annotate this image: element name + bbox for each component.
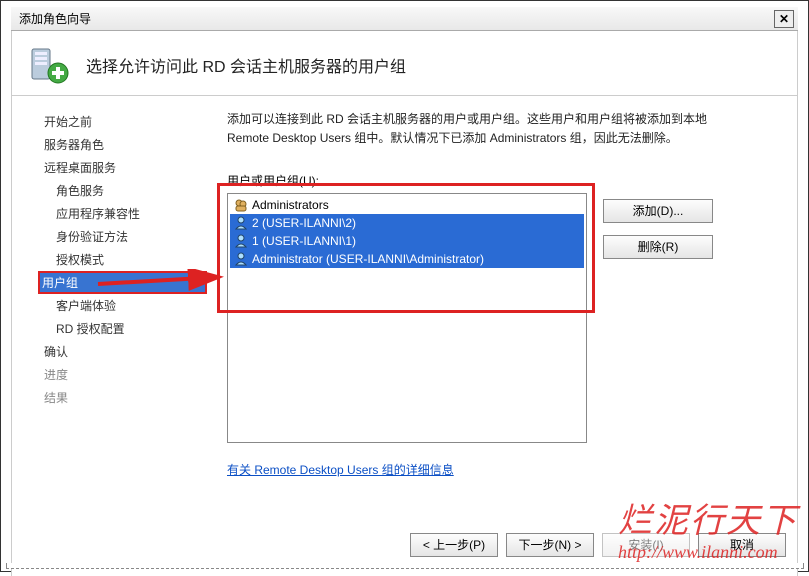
sidebar-item[interactable]: 远程桌面服务 bbox=[40, 156, 207, 179]
add-button[interactable]: 添加(D)... bbox=[603, 199, 713, 223]
wizard-header: 选择允许访问此 RD 会话主机服务器的用户组 bbox=[11, 31, 798, 96]
sidebar-item[interactable]: 客户端体验 bbox=[40, 294, 207, 317]
window-title: 添加角色向导 bbox=[19, 10, 91, 27]
main-panel: 添加可以连接到此 RD 会话主机服务器的用户或用户组。这些用户和用户组将被添加到… bbox=[207, 96, 797, 576]
remove-button[interactable]: 删除(R) bbox=[603, 235, 713, 259]
close-button[interactable]: ✕ bbox=[774, 10, 794, 28]
sidebar-item[interactable]: 结果 bbox=[40, 386, 207, 409]
close-icon: ✕ bbox=[779, 12, 789, 26]
sidebar-item[interactable]: 角色服务 bbox=[40, 179, 207, 202]
user-icon bbox=[234, 234, 248, 248]
sidebar-item[interactable]: 确认 bbox=[40, 340, 207, 363]
sidebar-item[interactable]: 应用程序兼容性 bbox=[40, 202, 207, 225]
cancel-button[interactable]: 取消 bbox=[698, 533, 786, 557]
sidebar-item[interactable]: RD 授权配置 bbox=[40, 317, 207, 340]
user-icon bbox=[234, 216, 248, 230]
list-item[interactable]: 2 (USER-ILANNI\2) bbox=[230, 214, 584, 232]
list-item-label: 1 (USER-ILANNI\1) bbox=[252, 234, 356, 248]
wizard-steps-sidebar: 开始之前服务器角色远程桌面服务角色服务应用程序兼容性身份验证方法授权模式用户组客… bbox=[12, 96, 207, 576]
server-add-icon bbox=[28, 45, 72, 85]
sidebar-item[interactable]: 用户组 bbox=[38, 271, 207, 294]
install-button[interactable]: 安装(I) bbox=[602, 533, 690, 557]
user-icon bbox=[234, 252, 248, 266]
sidebar-item[interactable]: 身份验证方法 bbox=[40, 225, 207, 248]
sidebar-item[interactable]: 授权模式 bbox=[40, 248, 207, 271]
next-button[interactable]: 下一步(N) > bbox=[506, 533, 594, 557]
list-item-label: Administrators bbox=[252, 198, 329, 212]
list-item[interactable]: 1 (USER-ILANNI\1) bbox=[230, 232, 584, 250]
wizard-footer-buttons: < 上一步(P) 下一步(N) > 安装(I) 取消 bbox=[410, 533, 786, 557]
sidebar-item[interactable]: 开始之前 bbox=[40, 110, 207, 133]
sidebar-item[interactable]: 服务器角色 bbox=[40, 133, 207, 156]
page-title: 选择允许访问此 RD 会话主机服务器的用户组 bbox=[86, 53, 406, 77]
list-item[interactable]: Administrator (USER-ILANNI\Administrator… bbox=[230, 250, 584, 268]
listbox-label: 用户或用户组(U): bbox=[227, 172, 787, 189]
sidebar-item[interactable]: 进度 bbox=[40, 363, 207, 386]
list-item-label: 2 (USER-ILANNI\2) bbox=[252, 216, 356, 230]
description-text: 添加可以连接到此 RD 会话主机服务器的用户或用户组。这些用户和用户组将被添加到… bbox=[227, 110, 747, 148]
user-group-listbox[interactable]: Administrators 2 (USER-ILANNI\2) 1 (USER-I… bbox=[227, 193, 587, 443]
back-button[interactable]: < 上一步(P) bbox=[410, 533, 498, 557]
list-item[interactable]: Administrators bbox=[230, 196, 584, 214]
help-link[interactable]: 有关 Remote Desktop Users 组的详细信息 bbox=[227, 461, 454, 478]
titlebar: 添加角色向导 ✕ bbox=[11, 7, 798, 31]
list-item-label: Administrator (USER-ILANNI\Administrator… bbox=[252, 252, 484, 266]
group-icon bbox=[234, 198, 248, 212]
